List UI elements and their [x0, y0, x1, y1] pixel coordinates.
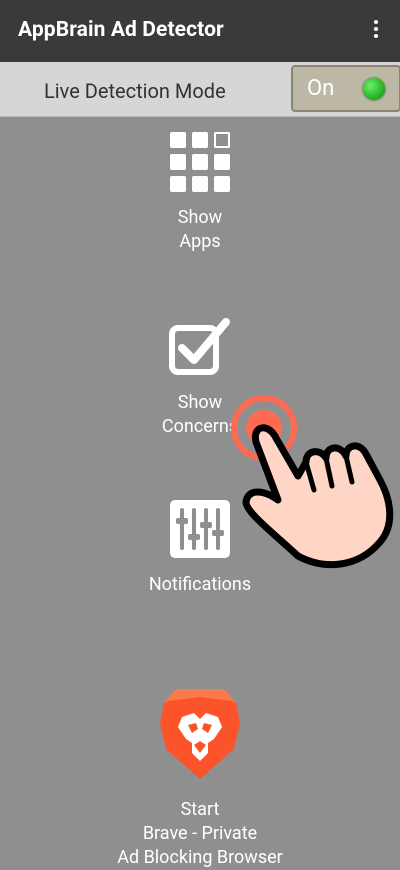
checkbox-icon[interactable]: [168, 316, 234, 378]
notifications-button[interactable]: Notifications: [0, 573, 400, 597]
app-bar: AppBrain Ad Detector: [0, 0, 400, 62]
more-vert-icon[interactable]: [368, 18, 384, 44]
show-apps-label-1: Show: [177, 207, 223, 228]
start-brave-button[interactable]: Start Brave - Private Ad Blocking Browse…: [0, 798, 400, 870]
app-title: AppBrain Ad Detector: [18, 18, 224, 42]
brave-lion-icon[interactable]: [156, 683, 244, 783]
live-detection-toggle[interactable]: On: [291, 65, 400, 112]
tap-hand-icon: [231, 395, 394, 569]
status-led-icon: [363, 78, 385, 100]
start-brave-label-2: Brave - Private: [142, 823, 258, 844]
toggle-state-text: On: [307, 76, 335, 101]
grid-apps-icon[interactable]: [170, 132, 232, 194]
live-detection-label: Live Detection Mode: [44, 79, 226, 103]
start-brave-label-3: Ad Blocking Browser: [117, 847, 283, 868]
notifications-label: Notifications: [148, 574, 252, 595]
equalizer-icon[interactable]: [170, 500, 230, 558]
show-apps-label-2: Apps: [179, 231, 221, 252]
start-brave-label-1: Start: [180, 799, 220, 820]
show-apps-button[interactable]: Show Apps: [0, 206, 400, 254]
